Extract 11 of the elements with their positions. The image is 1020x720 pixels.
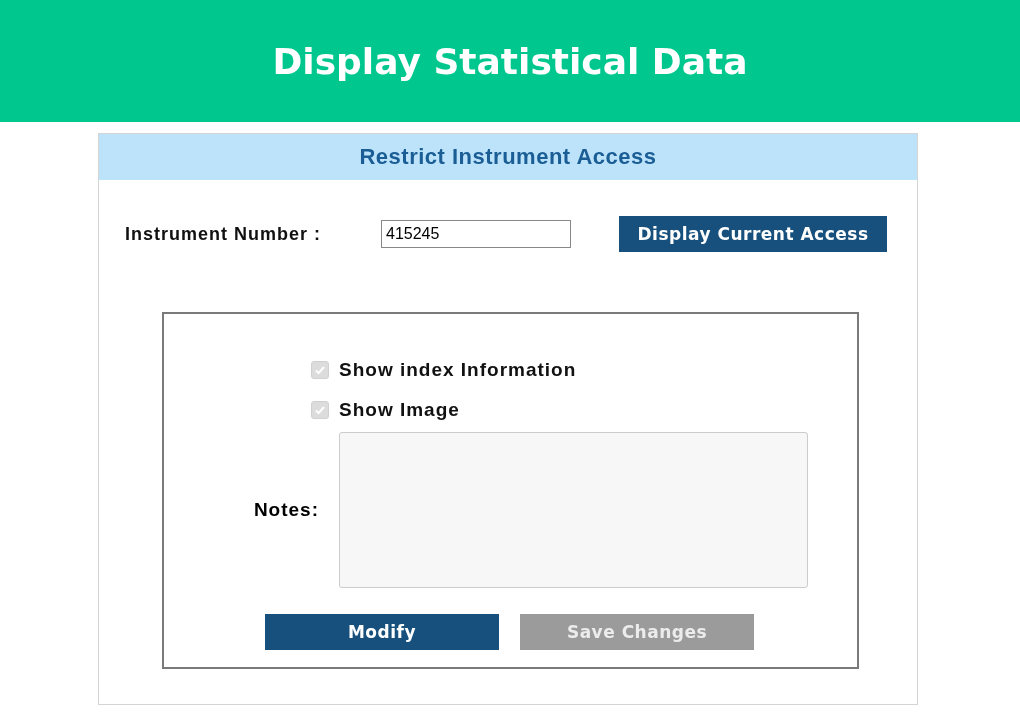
banner-title: Display Statistical Data bbox=[272, 40, 748, 82]
field-label: Instrument Number : bbox=[125, 223, 322, 245]
checkbox-label: Show index Information bbox=[339, 359, 577, 381]
display-access-button[interactable]: Display Current Access bbox=[619, 216, 887, 252]
check-icon bbox=[314, 364, 326, 376]
checkbox-label: Show Image bbox=[339, 399, 460, 421]
notes-label: Notes: bbox=[252, 499, 320, 521]
check-icon bbox=[314, 404, 326, 416]
instrument-number-field[interactable]: 415245 bbox=[381, 220, 571, 248]
modify-button[interactable]: Modify bbox=[265, 614, 499, 650]
panel-title: Restrict Instrument Access bbox=[99, 134, 917, 180]
